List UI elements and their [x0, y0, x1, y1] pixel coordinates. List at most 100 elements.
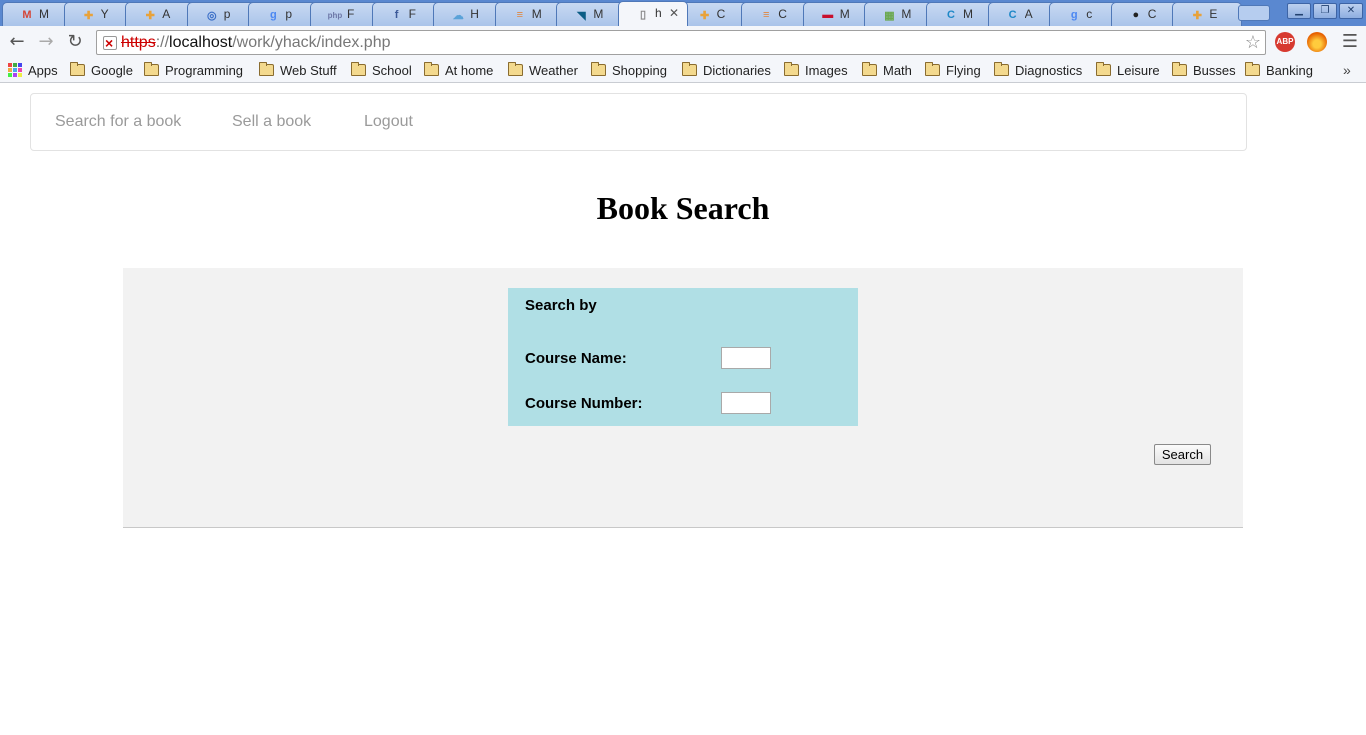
search-panel: Search by Course Name: Course Number: Se… [123, 268, 1243, 528]
close-tab-icon[interactable]: ✕ [669, 6, 679, 20]
browser-tab[interactable]: gc [1049, 2, 1120, 26]
bookmark-google[interactable]: Google [70, 62, 133, 78]
folder-icon [508, 62, 523, 76]
bookmark-label: Web Stuff [280, 62, 337, 78]
browser-tab[interactable]: ● C [1110, 2, 1181, 26]
course-number-input[interactable] [721, 392, 771, 414]
browser-tab[interactable]: ▯ h ✕ [618, 1, 688, 26]
bookmark-math[interactable]: Math [862, 62, 912, 78]
php-icon: php [327, 10, 343, 20]
folder-icon [994, 62, 1009, 76]
address-bar[interactable]: https://localhost/work/yhack/index.php ☆ [96, 30, 1266, 55]
folder-icon [1172, 62, 1187, 76]
browser-tab[interactable]: MM [2, 2, 72, 26]
google-icon: g [1070, 9, 1078, 21]
bookmark-label: At home [445, 62, 494, 78]
browser-tab[interactable]: ☁ H [433, 2, 504, 26]
browser-toolbar: ← → ↻ https://localhost/work/yhack/index… [0, 26, 1366, 58]
tab-title: A [162, 7, 171, 21]
bookmark-programming[interactable]: Programming [144, 62, 243, 78]
folder-icon [1245, 62, 1260, 76]
search-button[interactable]: Search [1154, 444, 1211, 465]
browser-tab[interactable]: ✚ Y [63, 2, 134, 26]
browser-tab[interactable]: CA [987, 2, 1058, 26]
hamburger-menu-icon[interactable]: ☰ [1340, 32, 1360, 52]
forward-arrow-icon[interactable]: → [35, 31, 57, 53]
bookmark-weather[interactable]: Weather [508, 62, 578, 78]
tab-title: M [839, 7, 850, 21]
reload-icon[interactable]: ↻ [64, 31, 86, 53]
puzzle-icon: ✚ [145, 9, 155, 22]
bookmark-dictionaries[interactable]: Dictionaries [682, 62, 771, 78]
bookmark-school[interactable]: School [351, 62, 412, 78]
new-tab-button[interactable] [1238, 5, 1270, 21]
tab-title: C [778, 7, 787, 21]
tab-title: p [223, 7, 231, 21]
folder-icon [784, 62, 799, 76]
bookmark-label: Shopping [612, 62, 667, 78]
tab-title: F [347, 7, 355, 21]
tab-title: M [531, 7, 542, 21]
tab-title: M [963, 7, 973, 21]
browser-tab[interactable]: fF [371, 2, 442, 26]
bookmark-label: Banking [1266, 62, 1313, 78]
browser-tab[interactable]: gp [248, 2, 319, 26]
bookmark-leisure[interactable]: Leisure [1096, 62, 1160, 78]
tab-title: H [470, 7, 479, 21]
stack-icon: ≡ [516, 9, 523, 21]
bookmark-label: Dictionaries [703, 62, 771, 78]
bookmark-at-home[interactable]: At home [424, 62, 493, 78]
folder-icon [424, 62, 439, 76]
url-path: /work/yhack/index.php [232, 34, 391, 51]
bookmark-label: Weather [529, 62, 578, 78]
address-url[interactable]: https://localhost/work/yhack/index.php [121, 31, 391, 54]
course-name-input[interactable] [721, 347, 771, 369]
bookmark-star-icon[interactable]: ☆ [1245, 31, 1261, 54]
browser-tab[interactable]: ✚ C [679, 2, 750, 26]
mysql-icon: ◥ [577, 9, 586, 22]
bookmark-apps[interactable]: Apps [8, 62, 58, 78]
browser-tab[interactable]: ≡ C [741, 2, 812, 26]
browser-tab[interactable]: CM [926, 2, 996, 26]
back-arrow-icon[interactable]: ← [6, 31, 28, 53]
close-window-icon[interactable]: ✕ [1339, 3, 1363, 19]
url-separator: :// [155, 34, 170, 51]
bookmark-label: Apps [28, 62, 58, 78]
tab-title: M [39, 7, 49, 21]
tab-strip: M M ✚ Y ✚ A ◎ p g p php Ff F ☁ H ≡ M ◥ M ▯ h ✕ ✚ C ≡ C ▬ M ▦ M C M C Ag c ●… [0, 0, 1366, 26]
restore-icon[interactable]: ❐ [1313, 3, 1337, 19]
nav-sell-book-link[interactable]: Sell a book [232, 113, 311, 131]
insecure-lock-icon[interactable] [103, 32, 117, 55]
firefox-icon[interactable] [1307, 32, 1327, 52]
browser-tab[interactable]: ✚ A [125, 2, 196, 26]
apps-grid-icon [8, 63, 22, 77]
bookmark-diagnostics[interactable]: Diagnostics [994, 62, 1082, 78]
bookmark-flying[interactable]: Flying [925, 62, 981, 78]
browser-tab[interactable]: ≡ M [494, 2, 565, 26]
search-by-heading: Search by [525, 297, 597, 314]
nav-search-book-link[interactable]: Search for a book [55, 113, 181, 131]
folder-icon [351, 62, 366, 76]
bookmarks-overflow-icon[interactable]: » [1343, 62, 1351, 78]
browser-tab[interactable]: ▬ M [802, 2, 873, 26]
browser-tab[interactable]: ▦ M [864, 2, 935, 26]
bookmark-web-stuff[interactable]: Web Stuff [259, 62, 337, 78]
adblock-plus-icon[interactable]: ABP [1275, 32, 1295, 52]
browser-tab[interactable]: ◥ M [556, 2, 627, 26]
bookmark-busses[interactable]: Busses [1172, 62, 1236, 78]
folder-icon [1096, 62, 1111, 76]
minimize-icon[interactable]: ▁ [1287, 3, 1311, 19]
c-icon: C [947, 9, 955, 21]
c-icon: C [1008, 9, 1017, 21]
gmail-icon: M [22, 9, 32, 21]
browser-tab[interactable]: ✚ E [1172, 2, 1243, 26]
bookmark-label: Diagnostics [1015, 62, 1083, 78]
nav-logout-link[interactable]: Logout [364, 113, 413, 131]
folder-icon [682, 62, 697, 76]
bookmark-shopping[interactable]: Shopping [591, 62, 667, 78]
google-icon: g [270, 9, 277, 21]
browser-tab[interactable]: ◎ p [186, 2, 257, 26]
bookmark-images[interactable]: Images [784, 62, 848, 78]
browser-tab[interactable]: php F [310, 2, 380, 26]
bookmark-banking[interactable]: Banking [1245, 62, 1313, 78]
